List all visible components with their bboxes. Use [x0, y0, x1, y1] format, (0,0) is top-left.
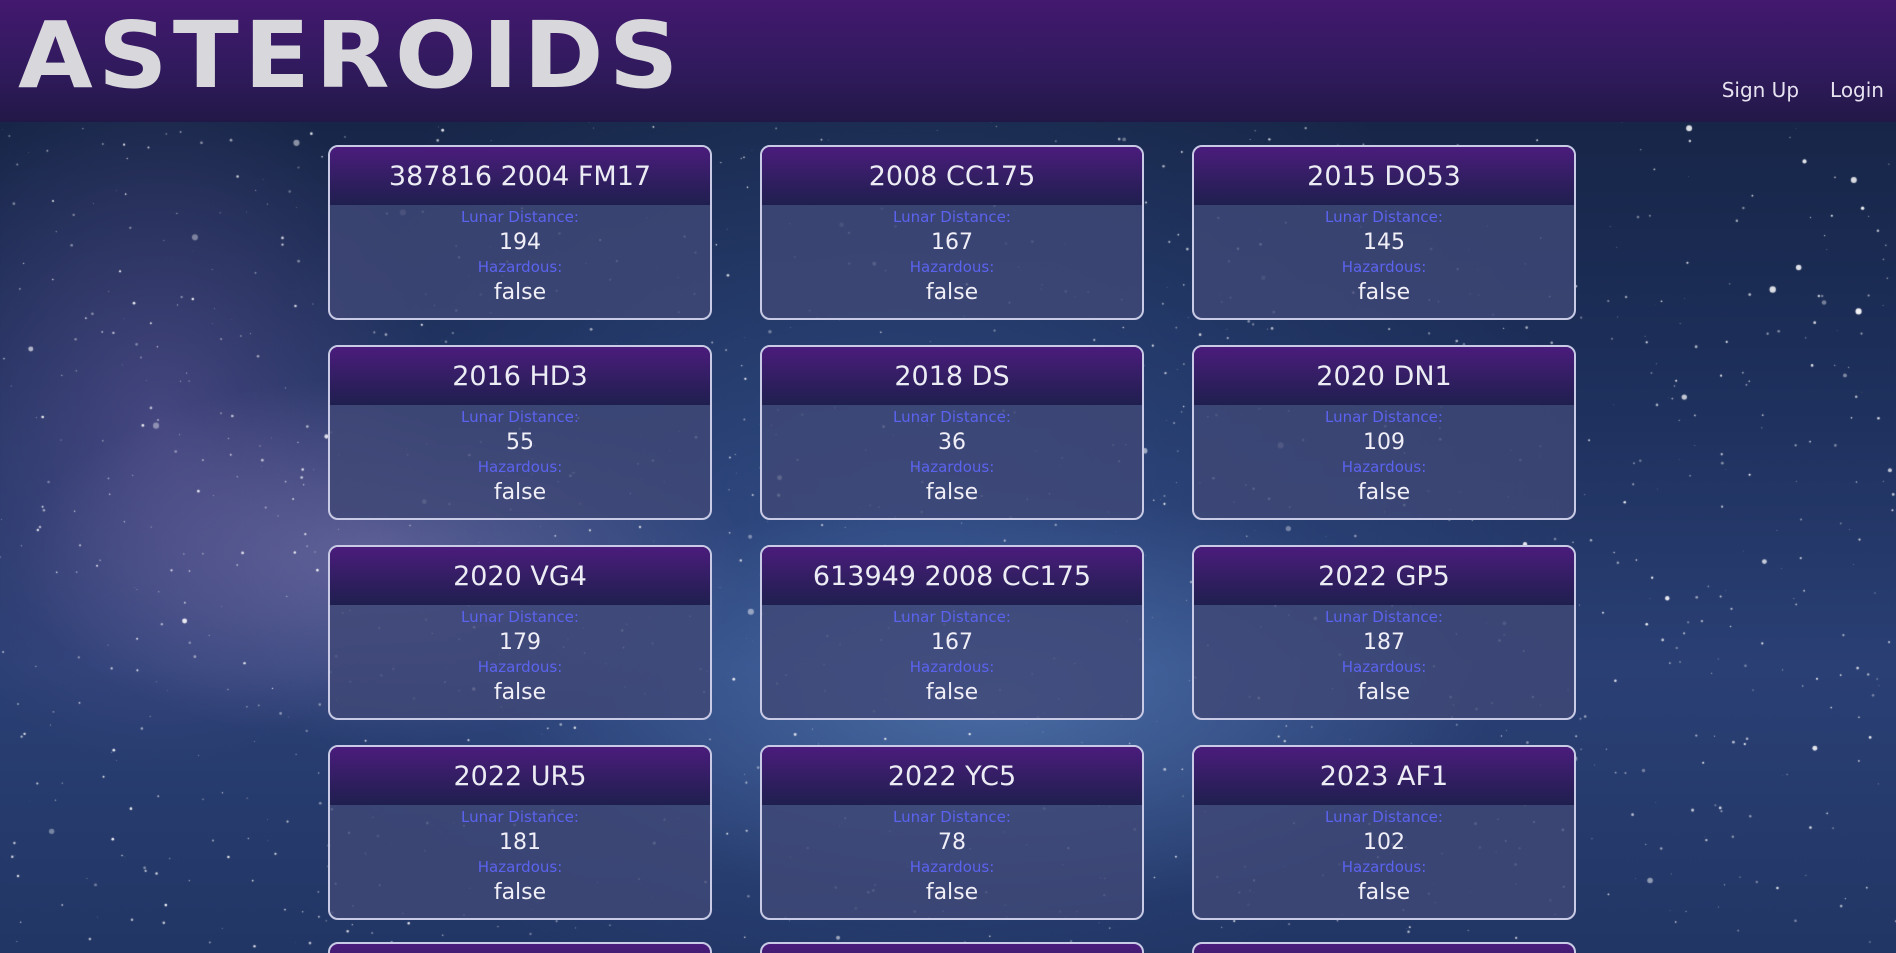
hazardous-label: Hazardous: [909, 658, 995, 676]
lunar-distance-value: 55 [506, 430, 534, 455]
site-logo[interactable]: ASTEROIDS [18, 6, 684, 106]
asteroid-name: 2022 UR5 [330, 747, 710, 805]
hazardous-value: false [1357, 880, 1411, 905]
asteroid-name: 387816 2004 FM17 [330, 147, 710, 205]
asteroid-name: 2022 GP5 [1194, 547, 1574, 605]
lunar-distance-value: 167 [931, 230, 973, 255]
lunar-distance-value: 109 [1363, 430, 1405, 455]
asteroid-grid: 387816 2004 FM17 Lunar Distance: 194 Haz… [328, 145, 1576, 920]
hazardous-label: Hazardous: [1341, 858, 1427, 876]
asteroid-card[interactable]: 2020 DN1 Lunar Distance: 109 Hazardous: … [1192, 345, 1576, 520]
asteroid-card[interactable]: 2016 HD3 Lunar Distance: 55 Hazardous: f… [328, 345, 712, 520]
asteroid-card[interactable]: 2015 DO53 Lunar Distance: 145 Hazardous:… [1192, 145, 1576, 320]
hazardous-label: Hazardous: [1341, 658, 1427, 676]
hazardous-label: Hazardous: [1341, 258, 1427, 276]
asteroid-name: 2015 DO53 [1194, 147, 1574, 205]
hazardous-label: Hazardous: [477, 858, 563, 876]
hazardous-value: false [1357, 480, 1411, 505]
asteroid-name: 2022 YC5 [762, 747, 1142, 805]
asteroid-card[interactable]: 613949 2008 CC175 Lunar Distance: 167 Ha… [760, 545, 1144, 720]
hazardous-label: Hazardous: [477, 658, 563, 676]
asteroid-card-partial[interactable] [1192, 942, 1576, 953]
lunar-distance-value: 167 [931, 630, 973, 655]
lunar-distance-label: Lunar Distance: [893, 208, 1011, 226]
lunar-distance-label: Lunar Distance: [461, 208, 579, 226]
lunar-distance-value: 194 [499, 230, 541, 255]
lunar-distance-label: Lunar Distance: [893, 608, 1011, 626]
asteroid-card[interactable]: 2018 DS Lunar Distance: 36 Hazardous: fa… [760, 345, 1144, 520]
hazardous-label: Hazardous: [477, 458, 563, 476]
hazardous-value: false [925, 880, 979, 905]
asteroid-card[interactable]: 2022 YC5 Lunar Distance: 78 Hazardous: f… [760, 745, 1144, 920]
hazardous-value: false [493, 880, 547, 905]
signup-link[interactable]: Sign Up [1722, 78, 1799, 102]
lunar-distance-label: Lunar Distance: [893, 808, 1011, 826]
hazardous-label: Hazardous: [1341, 458, 1427, 476]
hazardous-value: false [1357, 280, 1411, 305]
top-header: ASTEROIDS Sign Up Login [0, 0, 1896, 122]
asteroid-card-partial[interactable] [760, 942, 1144, 953]
lunar-distance-label: Lunar Distance: [461, 608, 579, 626]
asteroid-name: 2018 DS [762, 347, 1142, 405]
lunar-distance-label: Lunar Distance: [1325, 808, 1443, 826]
asteroid-name: 2020 DN1 [1194, 347, 1574, 405]
asteroid-name: 2020 VG4 [330, 547, 710, 605]
asteroid-name: 2023 AF1 [1194, 747, 1574, 805]
asteroid-card-partial[interactable] [328, 942, 712, 953]
lunar-distance-label: Lunar Distance: [1325, 408, 1443, 426]
lunar-distance-value: 187 [1363, 630, 1405, 655]
hazardous-label: Hazardous: [909, 458, 995, 476]
top-nav: Sign Up Login [1722, 78, 1884, 102]
hazardous-label: Hazardous: [477, 258, 563, 276]
hazardous-label: Hazardous: [909, 858, 995, 876]
hazardous-value: false [493, 280, 547, 305]
lunar-distance-label: Lunar Distance: [893, 408, 1011, 426]
asteroid-card[interactable]: 387816 2004 FM17 Lunar Distance: 194 Haz… [328, 145, 712, 320]
lunar-distance-value: 179 [499, 630, 541, 655]
lunar-distance-value: 36 [938, 430, 966, 455]
lunar-distance-label: Lunar Distance: [1325, 608, 1443, 626]
hazardous-value: false [493, 680, 547, 705]
asteroid-name: 2008 CC175 [762, 147, 1142, 205]
hazardous-value: false [925, 480, 979, 505]
lunar-distance-value: 78 [938, 830, 966, 855]
asteroid-card[interactable]: 2022 GP5 Lunar Distance: 187 Hazardous: … [1192, 545, 1576, 720]
login-link[interactable]: Login [1830, 78, 1884, 102]
lunar-distance-value: 181 [499, 830, 541, 855]
hazardous-value: false [1357, 680, 1411, 705]
lunar-distance-label: Lunar Distance: [461, 408, 579, 426]
asteroid-card[interactable]: 2022 UR5 Lunar Distance: 181 Hazardous: … [328, 745, 712, 920]
lunar-distance-value: 145 [1363, 230, 1405, 255]
asteroid-card[interactable]: 2020 VG4 Lunar Distance: 179 Hazardous: … [328, 545, 712, 720]
hazardous-label: Hazardous: [909, 258, 995, 276]
hazardous-value: false [925, 280, 979, 305]
lunar-distance-value: 102 [1363, 830, 1405, 855]
hazardous-value: false [925, 680, 979, 705]
hazardous-value: false [493, 480, 547, 505]
asteroid-card[interactable]: 2023 AF1 Lunar Distance: 102 Hazardous: … [1192, 745, 1576, 920]
asteroid-name: 2016 HD3 [330, 347, 710, 405]
lunar-distance-label: Lunar Distance: [461, 808, 579, 826]
lunar-distance-label: Lunar Distance: [1325, 208, 1443, 226]
asteroid-card[interactable]: 2008 CC175 Lunar Distance: 167 Hazardous… [760, 145, 1144, 320]
asteroid-name: 613949 2008 CC175 [762, 547, 1142, 605]
